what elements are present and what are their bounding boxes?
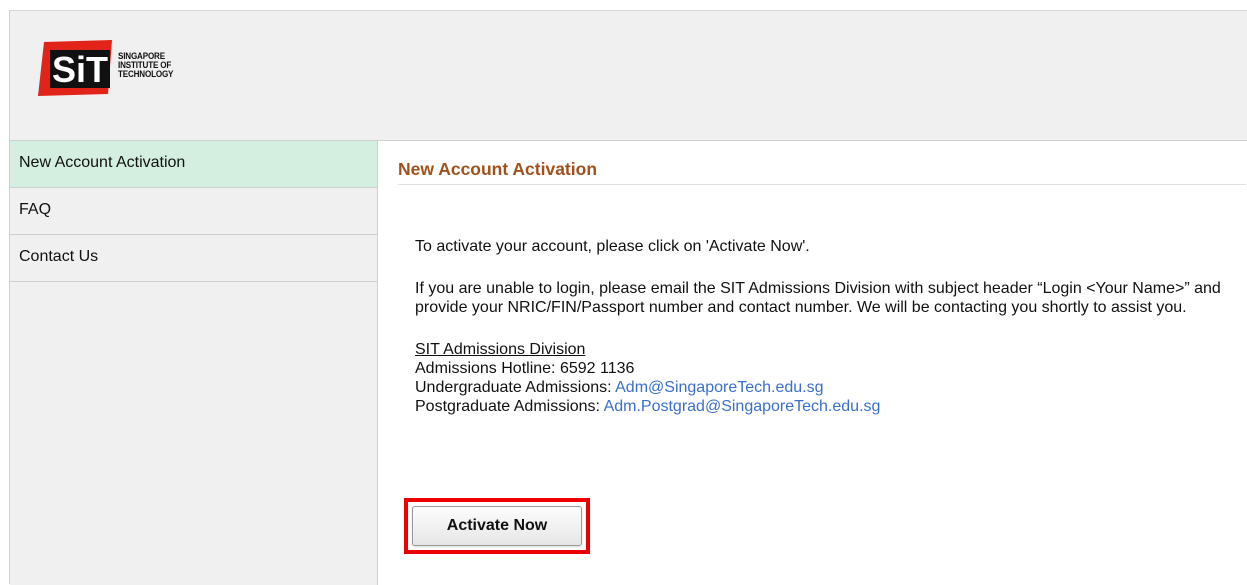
logo-wordmark: SINGAPORE INSTITUTE OF TECHNOLOGY [118,52,174,80]
header-bar: SiT SINGAPORE INSTITUTE OF TECHNOLOGY [10,11,1247,141]
help-text: If you are unable to login, please email… [415,280,1221,316]
hotline-text: Admissions Hotline: 6592 1136 [415,360,635,377]
undergrad-email-link[interactable]: Adm@SingaporeTech.edu.sg [615,379,823,396]
sidebar-item-new-account-activation[interactable]: New Account Activation [10,141,377,188]
sidebar-item-faq[interactable]: FAQ [10,188,377,235]
page-frame: SiT SINGAPORE INSTITUTE OF TECHNOLOGY Ne… [9,10,1247,585]
postgrad-line: Postgraduate Admissions: Adm.Postgrad@Si… [415,397,1225,416]
sidebar-item-label: FAQ [19,201,52,218]
contact-block: SIT Admissions Division Admissions Hotli… [415,340,1225,416]
postgrad-email-link[interactable]: Adm.Postgrad@SingaporeTech.edu.sg [604,398,881,415]
undergrad-line: Undergraduate Admissions: Adm@SingaporeT… [415,378,1225,397]
contact-title: SIT Admissions Division [415,341,586,358]
activate-now-button[interactable]: Activate Now [412,506,582,546]
undergrad-label: Undergraduate Admissions: [415,379,616,396]
page-title: New Account Activation [398,159,1246,185]
logo-line-3: TECHNOLOGY [118,69,174,80]
instruction-text: To activate your account, please click o… [415,238,810,255]
sidebar-item-label: Contact Us [19,248,99,265]
content-body: To activate your account, please click o… [415,237,1225,416]
sit-logo[interactable]: SiT SINGAPORE INSTITUTE OF TECHNOLOGY [38,40,198,96]
sidebar-item-contact-us[interactable]: Contact Us [10,235,377,282]
main-content: New Account Activation To activate your … [378,141,1247,585]
sidebar: New Account Activation FAQ Contact Us [10,141,378,585]
sit-logo-mark: SiT [38,40,112,96]
postgrad-label: Postgraduate Admissions: [415,398,604,415]
sidebar-item-label: New Account Activation [19,154,186,171]
logo-mark-text: SiT [52,49,108,90]
